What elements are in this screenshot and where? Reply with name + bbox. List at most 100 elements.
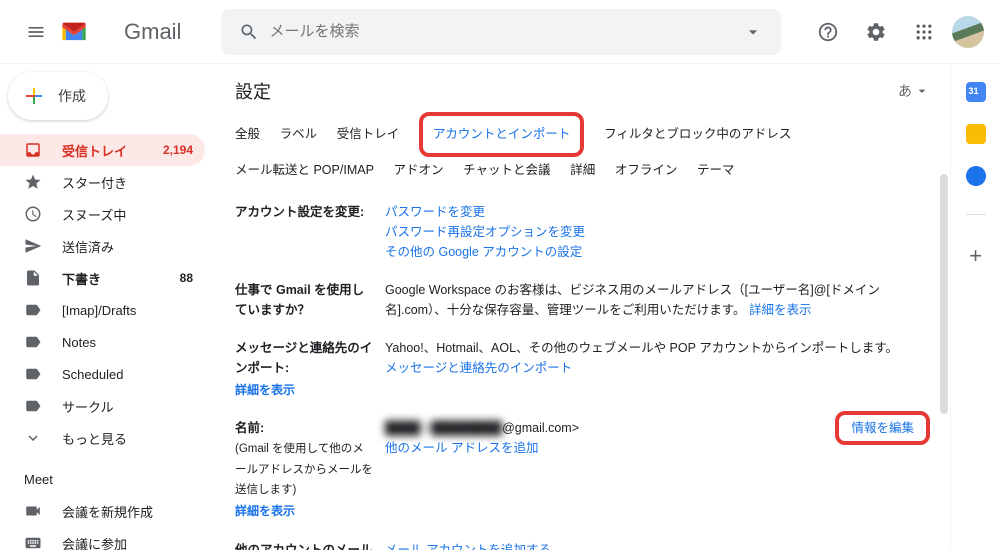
gmail-logo[interactable]: Gmail — [60, 19, 181, 45]
row-title: メッセージと連絡先のインポート: — [235, 341, 372, 375]
row-title: 仕事で Gmail を使用していますか？ — [235, 280, 385, 320]
chevron-down-icon — [24, 429, 42, 447]
get-addons-button[interactable]: + — [969, 243, 982, 269]
video-icon — [24, 502, 42, 520]
settings-button[interactable] — [856, 12, 896, 52]
tab-forwarding[interactable]: メール転送と POP/IMAP — [235, 158, 374, 183]
label-icon — [24, 301, 42, 319]
blurred-name: ████ <████████ — [385, 421, 502, 435]
sidebar-item-notes[interactable]: Notes — [0, 326, 205, 358]
sidebar-item-imap-drafts[interactable]: [Imap]/Drafts — [0, 294, 205, 326]
compose-label: 作成 — [58, 86, 86, 106]
sidebar-item-label: スター付き — [62, 173, 193, 192]
compose-button[interactable]: 作成 — [8, 72, 108, 120]
meet-header: Meet — [0, 464, 215, 495]
tab-chat[interactable]: チャットと会議 — [463, 158, 550, 183]
tasks-addon[interactable] — [966, 166, 986, 186]
sidebar-item-label: もっと見る — [62, 429, 193, 448]
settings-title: 設定 — [235, 78, 271, 104]
sidebar-item-circle[interactable]: サークル — [0, 390, 205, 422]
row-title: 名前: — [235, 421, 264, 435]
apps-icon — [914, 22, 934, 42]
tab-themes[interactable]: テーマ — [697, 158, 735, 183]
row-name: 名前: (Gmail を使用して他のメールアドレスからメールを送信します) 詳細… — [235, 409, 930, 530]
sidebar-item-scheduled[interactable]: Scheduled — [0, 358, 205, 390]
row-import: メッセージと連絡先のインポート: 詳細を表示 Yahoo!、Hotmail、AO… — [235, 329, 930, 409]
sidebar-item-inbox[interactable]: 受信トレイ 2,194 — [0, 134, 205, 166]
sidebar-item-label: [Imap]/Drafts — [62, 303, 193, 318]
settings-tabs: 全般 ラベル 受信トレイ アカウントとインポート フィルタとブロック中のアドレス… — [235, 112, 930, 183]
sidebar-item-starred[interactable]: スター付き — [0, 166, 205, 198]
side-panel: + — [950, 64, 1000, 550]
menu-icon — [26, 22, 46, 42]
gmail-m-icon — [88, 20, 118, 44]
import-text: Yahoo!、Hotmail、AOL、その他のウェブメールや POP アカウント… — [385, 338, 930, 358]
apps-button[interactable] — [904, 12, 944, 52]
input-method-toggle[interactable]: あ — [898, 81, 930, 101]
sidebar-item-sent[interactable]: 送信済み — [0, 230, 205, 262]
tab-advanced[interactable]: 詳細 — [570, 158, 595, 183]
meet-join[interactable]: 会議に参加 — [0, 527, 205, 550]
meet-item-label: 会議に参加 — [62, 534, 193, 550]
row-subtitle: (Gmail を使用して他のメールアドレスからメールを送信します) — [235, 443, 373, 496]
tab-inbox[interactable]: 受信トレイ — [337, 122, 400, 147]
main-menu-button[interactable] — [16, 12, 56, 52]
sidebar-item-label: サークル — [62, 397, 193, 416]
tab-labels[interactable]: ラベル — [280, 122, 318, 147]
add-mail-account-link[interactable]: メール アカウントを追加する — [385, 543, 551, 550]
header-actions — [808, 12, 984, 52]
clock-icon — [24, 205, 42, 223]
tab-filters[interactable]: フィルタとブロック中のアドレス — [604, 122, 791, 147]
meet-section: Meet 会議を新規作成 会議に参加 — [0, 464, 215, 550]
edit-info-link[interactable]: 情報を編集 — [851, 421, 914, 435]
add-email-link[interactable]: 他のメール アドレスを追加 — [385, 441, 538, 455]
settings-content: 設定 あ 全般 ラベル 受信トレイ アカウントとインポート フィルタとブロック中… — [215, 64, 950, 550]
search-bar[interactable] — [221, 9, 781, 55]
row-workspace: 仕事で Gmail を使用していますか？ Google Workspace のお… — [235, 271, 930, 329]
draft-icon — [24, 269, 42, 287]
meet-new[interactable]: 会議を新規作成 — [0, 495, 205, 527]
search-button[interactable] — [229, 22, 269, 42]
change-password-link[interactable]: パスワードを変更 — [385, 205, 485, 219]
search-options-button[interactable] — [733, 22, 773, 42]
sidebar-item-drafts[interactable]: 下書き 88 — [0, 262, 205, 294]
tab-accounts-import[interactable]: アカウントとインポート — [419, 112, 585, 157]
calendar-addon[interactable] — [966, 82, 986, 102]
row-title: 他のアカウントのメールを確認: — [235, 543, 373, 550]
label-icon — [24, 365, 42, 383]
drafts-count: 88 — [180, 271, 193, 285]
workspace-learn-more[interactable]: 詳細を表示 — [749, 303, 812, 317]
other-account-settings-link[interactable]: その他の Google アカウントの設定 — [385, 245, 582, 259]
sidebar-item-more[interactable]: もっと見る — [0, 422, 205, 454]
label-icon — [24, 333, 42, 351]
arrow-drop-down-icon — [743, 22, 763, 42]
search-input[interactable] — [269, 23, 733, 40]
inbox-count: 2,194 — [163, 143, 193, 157]
change-recovery-link[interactable]: パスワード再設定オプションを変更 — [385, 225, 585, 239]
label-icon — [24, 397, 42, 415]
meet-item-label: 会議を新規作成 — [62, 502, 193, 521]
sidebar: 作成 受信トレイ 2,194 スター付き スヌーズ中 送信済み 下書 — [0, 64, 215, 550]
import-learn-more[interactable]: 詳細を表示 — [235, 381, 375, 400]
tab-general[interactable]: 全般 — [235, 122, 260, 147]
row-title: アカウント設定を変更: — [235, 202, 385, 262]
send-icon — [24, 237, 42, 255]
tab-offline[interactable]: オフライン — [615, 158, 678, 183]
star-icon — [24, 173, 42, 191]
tab-addons[interactable]: アドオン — [394, 158, 444, 183]
name-learn-more[interactable]: 詳細を表示 — [235, 502, 375, 521]
inbox-icon — [24, 141, 42, 159]
arrow-drop-down-icon — [914, 83, 930, 99]
plus-icon — [22, 84, 46, 108]
sidebar-item-label: 送信済み — [62, 237, 193, 256]
help-button[interactable] — [808, 12, 848, 52]
sidebar-item-snoozed[interactable]: スヌーズ中 — [0, 198, 205, 230]
sidebar-item-label: 下書き — [62, 269, 180, 288]
keep-addon[interactable] — [966, 124, 986, 144]
row-other-accounts: 他のアカウントのメールを確認: 詳細を表示 メール アカウントを追加する — [235, 531, 930, 550]
import-link[interactable]: メッセージと連絡先のインポート — [385, 361, 572, 375]
sidebar-item-label: Notes — [62, 335, 193, 350]
account-avatar[interactable] — [952, 16, 984, 48]
scrollbar[interactable] — [940, 174, 948, 414]
sidebar-item-label: Scheduled — [62, 367, 193, 382]
